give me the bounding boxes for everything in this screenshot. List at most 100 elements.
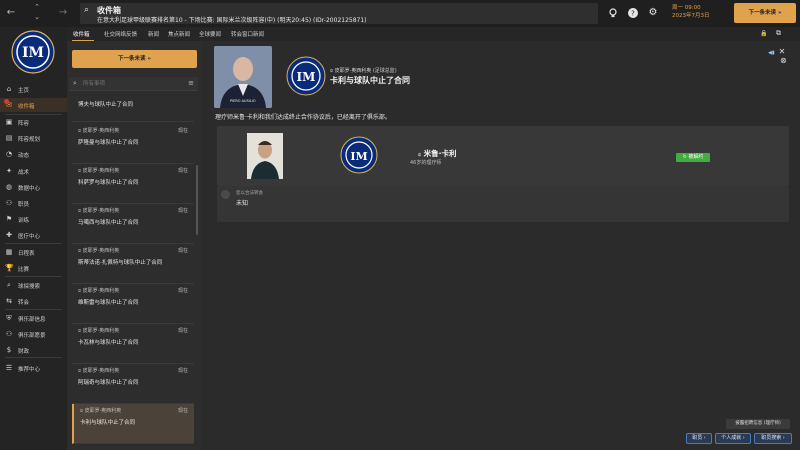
unread-dot xyxy=(4,99,9,104)
reply-label: 您以合法转会 xyxy=(236,191,263,196)
sidebar-item-home[interactable]: ⌂ 主页 xyxy=(0,82,67,96)
screenshot-icon[interactable]: ⧉ xyxy=(776,29,781,38)
message-sender: ⍝ 皮耶罗·奥西利奥 xyxy=(80,407,121,414)
released-icon: ↻ xyxy=(682,154,687,160)
title-search-box[interactable]: ⌕ 收件箱 在意大利足球甲级联赛排名第10 - 下场比赛: 国际米兰次级阵容(中… xyxy=(80,3,598,24)
sidebar-item-scouting[interactable]: ⌕ 球探搜索 xyxy=(0,278,67,292)
message-sender: ⍝ 皮耶罗·奥西利奥 xyxy=(78,327,119,334)
sidebar-item-label: 训练 xyxy=(18,218,30,224)
club-logo[interactable]: IM xyxy=(11,30,55,74)
list-scrollbar[interactable] xyxy=(196,165,198,235)
staff-search-button[interactable]: 职员搜索 › xyxy=(754,433,792,444)
avatar xyxy=(221,190,230,199)
sidebar-item-transfers[interactable]: ⇆ 转会 xyxy=(0,294,67,308)
game-date[interactable]: 周一 09:00 2023年7月3日 xyxy=(672,4,726,24)
sidebar-item-data-hub[interactable]: ◍ 数据中心 xyxy=(0,180,67,194)
message-time: 现在 xyxy=(177,248,188,254)
continue-button[interactable]: 下一条未读 » xyxy=(734,3,796,23)
scouting-icon: ⌕ xyxy=(7,281,11,289)
sidebar-item-label: 主页 xyxy=(18,88,30,94)
message-subject: 斯蒂法诺·扎佩特与球队中止了合同 xyxy=(78,260,163,266)
sender-name: 皮耶罗·奥西利奥 xyxy=(82,368,120,374)
list-item[interactable]: ⍝ 皮耶罗·奥西利奥 现在 马噶西与球队中止了合同 xyxy=(72,204,194,244)
person-name[interactable]: ⍝ 米鲁·卡利 xyxy=(418,148,457,159)
sidebar-item-dynamics[interactable]: ◔ 动态 xyxy=(0,147,67,161)
forward-icon[interactable]: → xyxy=(56,6,70,20)
sidebar-item-squad-planner[interactable]: ▤ 阵容规划 xyxy=(0,131,67,145)
message-time: 现在 xyxy=(177,408,188,414)
tab-news[interactable]: 新闻 xyxy=(148,30,159,38)
list-item[interactable]: ⍝ 皮耶罗·奥西利奥 现在 维斯雷与球队中止了合同 xyxy=(72,284,194,324)
message-title: 卡利与球队中止了合同 xyxy=(330,76,410,85)
sidebar-item-club-vision[interactable]: ⚇ 俱乐部愿景 xyxy=(0,327,67,341)
schedule-icon: ▦ xyxy=(5,248,13,256)
sidebar-item-dev-centre[interactable]: ☰ 推荐中心 xyxy=(0,361,67,375)
list-item[interactable]: ⍝ 皮耶罗·奥西利奥 现在 阿瑞奇与球队中止了合同 xyxy=(72,364,194,404)
tab-inbox[interactable]: 收件箱 xyxy=(73,30,90,38)
inbox-tabs: 收件箱 社交网络反馈 新闻 焦点新闻 全球要闻 转会窗口新闻 🔒 ⧉ xyxy=(67,27,800,41)
staff-search-label: 职员搜索 xyxy=(761,435,782,441)
message-sender[interactable]: ⍝ 皮耶罗·奥西利奥 (足球总监) xyxy=(330,67,397,74)
sidebar-item-inbox[interactable]: ✉ 收件箱 xyxy=(0,98,67,112)
tab-social-feedback[interactable]: 社交网络反馈 xyxy=(104,30,137,38)
home-icon: ⌂ xyxy=(6,85,12,93)
sender-name: 皮耶罗·奥西利奥 xyxy=(82,248,120,254)
sidebar-item-medical[interactable]: ✚ 医疗中心 xyxy=(0,228,67,242)
person-photo[interactable] xyxy=(247,133,283,179)
message-search-input[interactable] xyxy=(83,78,178,90)
chevron-down-icon[interactable]: ⌄ xyxy=(30,13,44,21)
sidebar-item-tactics[interactable]: ✦ 战术 xyxy=(0,164,67,178)
sidebar-item-label: 转会 xyxy=(18,300,30,306)
sidebar-divider xyxy=(5,243,62,244)
message-body: 理疗师米鲁·卡利和我们达成终止合作协议后，已经离开了俱乐部。 xyxy=(215,114,391,121)
double-chevron-right-icon: » xyxy=(777,10,782,16)
message-time: 现在 xyxy=(177,128,188,134)
sidebar-item-training[interactable]: ⚑ 训练 xyxy=(0,212,67,226)
squad-icon: ▣ xyxy=(5,118,13,126)
pin-icon[interactable]: ⊗ xyxy=(780,56,787,65)
list-item[interactable]: ⍝ 皮耶罗·奥西利奥 现在 卡瓦林与球队中止了合同 xyxy=(72,324,194,364)
sender-name: 皮耶罗·奥西利奥 xyxy=(82,328,120,334)
tab-transfer-news[interactable]: 转会窗口新闻 xyxy=(231,30,264,38)
personal-achievements-button[interactable]: 个人成就 › xyxy=(715,433,751,444)
list-item[interactable]: ⍝ 皮耶罗·奥西利奥 现在 卡利与球队中止了合同 xyxy=(72,404,194,444)
filter-menu-icon[interactable]: ≡ xyxy=(188,79,194,87)
message-actions: ◀▮ ✕ ⊗ xyxy=(768,47,787,65)
tab-headlines[interactable]: 焦点新闻 xyxy=(168,30,190,38)
list-item[interactable]: ⍝ 皮耶罗·奥西利奥 现在 萨隆曼与球队中止了合同 xyxy=(72,124,194,164)
sidebar-item-competitions[interactable]: 🏆 比赛 xyxy=(0,261,67,275)
tab-world-news[interactable]: 全球要闻 xyxy=(199,30,221,38)
back-icon[interactable]: ← xyxy=(4,6,18,20)
lock-icon[interactable]: 🔒 xyxy=(760,30,767,37)
sidebar-item-schedule[interactable]: ▦ 日程表 xyxy=(0,245,67,259)
message-subject: 阿瑞奇与球队中止了合同 xyxy=(78,380,139,386)
club-logo[interactable]: IM xyxy=(340,136,378,174)
message-sender: ⍝ 皮耶罗·奥西利奥 xyxy=(78,127,119,134)
list-item[interactable]: ⍝ 皮耶罗·奥西利奥 现在斯蒂法诺·扎佩特与球队中止了合同 xyxy=(72,244,194,284)
advertise-job-button[interactable]: 披露招聘信息 (理疗师) xyxy=(726,419,790,429)
sidebar-item-squad[interactable]: ▣ 阵容 xyxy=(0,115,67,129)
sidebar-item-club-info[interactable]: ⛨ 俱乐部信息 xyxy=(0,311,67,325)
help-icon[interactable]: ? xyxy=(627,7,639,19)
message-sender: ⍝ 皮耶罗·奥西利奥 xyxy=(78,367,119,374)
sidebar-item-finances[interactable]: $ 财政 xyxy=(0,343,67,357)
lightbulb-icon[interactable] xyxy=(607,7,619,19)
sender-name: 皮耶罗·奥西利奥 xyxy=(82,128,120,134)
chevron-up-icon[interactable]: ⌃ xyxy=(30,3,44,11)
sender-name: 皮耶罗·奥西利奥 (足球总监) xyxy=(334,68,397,74)
staff-button[interactable]: 职员 › xyxy=(686,433,712,444)
sidebar-item-label: 战术 xyxy=(18,170,30,176)
sidebar-divider xyxy=(5,357,62,358)
person-description: 46岁的理疗师 xyxy=(410,160,442,166)
gear-icon[interactable]: ⚙ xyxy=(647,7,659,19)
competitions-icon: 🏆 xyxy=(5,264,14,272)
sidebar-item-staff[interactable]: ⚇ 职员 xyxy=(0,196,67,210)
close-icon[interactable]: ✕ xyxy=(779,47,786,56)
reply-icon[interactable]: ◀▮ xyxy=(768,50,775,56)
list-item[interactable]: 博夫与球队中止了合同 xyxy=(72,96,194,122)
message-sender: ⍝ 皮耶罗·奥西利奥 xyxy=(78,247,119,254)
list-item[interactable]: ⍝ 皮耶罗·奥西利奥 现在 科萨罗与球队中止了合同 xyxy=(72,164,194,204)
next-unread-button[interactable]: 下一条未读 » xyxy=(72,50,197,68)
message-sender: ⍝ 皮耶罗·奥西利奥 xyxy=(78,207,119,214)
person-name-label: 米鲁·卡利 xyxy=(423,149,457,158)
